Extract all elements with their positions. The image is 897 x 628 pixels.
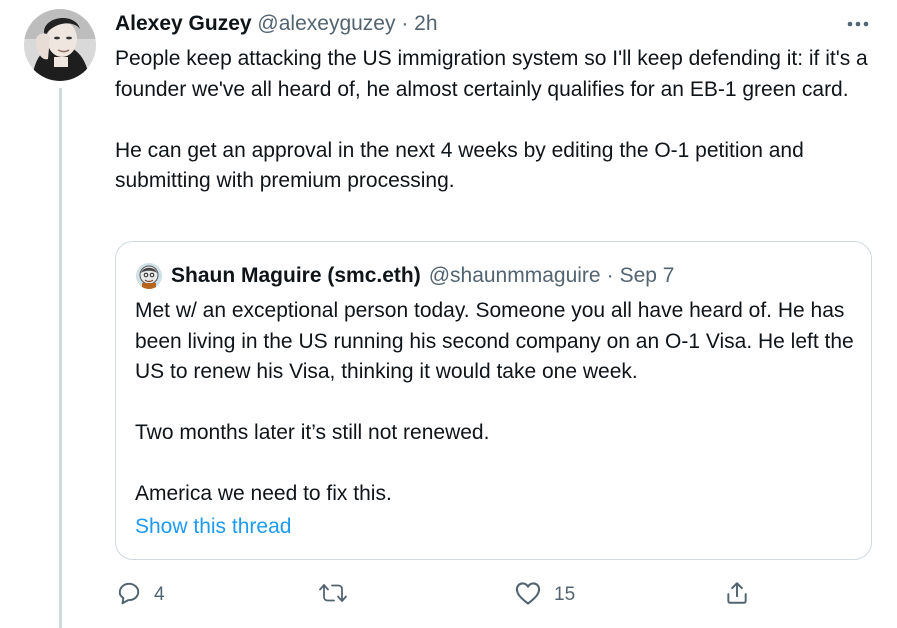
- share-button[interactable]: [724, 578, 750, 612]
- tweet-text: People keep attacking the US immigration…: [115, 47, 868, 192]
- heart-icon: [514, 580, 542, 611]
- quoted-author-avatar: [136, 263, 162, 289]
- quoted-date: Sep 7: [619, 264, 675, 287]
- share-icon: [724, 580, 750, 611]
- show-thread-link[interactable]: Show this thread: [135, 512, 291, 542]
- header-separator: ·: [401, 12, 409, 35]
- reply-bubble-icon: [116, 580, 142, 611]
- quoted-author-handle: @shaunmmaguire: [428, 264, 601, 287]
- tweet-time[interactable]: 2h: [414, 12, 437, 35]
- quoted-tweet-card[interactable]: Shaun Maguire (smc.eth) @shaunmmaguire ·…: [115, 241, 872, 560]
- author-name[interactable]: Alexey Guzey: [115, 12, 252, 35]
- author-avatar[interactable]: [24, 9, 96, 81]
- quoted-author-name: Shaun Maguire (smc.eth): [171, 264, 421, 287]
- retweet-button[interactable]: [318, 578, 360, 612]
- reply-count: 4: [154, 584, 165, 605]
- quoted-tweet-text: Met w/ an exceptional person today. Some…: [135, 299, 854, 505]
- like-button[interactable]: 15: [514, 578, 575, 612]
- quoted-tweet-header: Shaun Maguire (smc.eth) @shaunmmaguire ·…: [136, 262, 675, 290]
- quoted-separator: ·: [606, 264, 614, 287]
- more-horizontal-icon[interactable]: [843, 10, 873, 38]
- retweet-icon: [318, 580, 348, 611]
- tweet-header: Alexey Guzey @alexeyguzey · 2h: [115, 10, 438, 38]
- author-handle[interactable]: @alexeyguzey: [257, 12, 395, 35]
- like-count: 15: [554, 584, 576, 605]
- reply-button[interactable]: 4: [116, 578, 165, 612]
- thread-line: [59, 88, 62, 628]
